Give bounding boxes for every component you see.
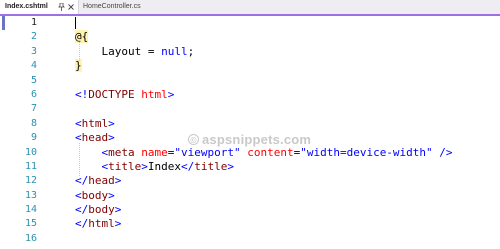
code-token: body <box>81 188 109 202</box>
tab-index-cshtml[interactable]: Index.cshtml <box>0 0 79 14</box>
code-token: "viewport" <box>174 145 241 159</box>
code-text: <meta name="viewport" content="width=dev… <box>75 145 453 160</box>
code-token: Layout = <box>75 44 162 58</box>
line-number: 5 <box>30 74 37 86</box>
code-line[interactable]: 7 <box>0 102 500 116</box>
code-token: > <box>141 159 148 173</box>
code-line[interactable]: 11 <title>Index</title> <box>0 160 500 174</box>
close-icon[interactable] <box>68 4 74 10</box>
code-text: </head> <box>75 174 121 188</box>
line-number: 8 <box>30 117 37 129</box>
code-token: > <box>114 203 122 217</box>
code-token: > <box>108 116 115 130</box>
code-token: title <box>194 159 228 173</box>
code-token: Index <box>147 159 181 173</box>
line-number: 1 <box>30 17 37 28</box>
tab-label: Index.cshtml <box>5 3 48 10</box>
text-cursor <box>75 17 76 29</box>
code-token: < <box>75 131 82 145</box>
code-token: > <box>108 131 115 145</box>
code-token: > <box>114 217 122 231</box>
document-tab-strip: Index.cshtml HomeController.cs <box>0 0 500 16</box>
code-line[interactable]: 3 Layout = null; <box>0 45 500 59</box>
code-text: Layout = null; <box>75 45 194 59</box>
indent-guide <box>79 42 80 62</box>
code-token: DOCTYPE <box>88 87 135 101</box>
code-token: /> <box>432 145 453 159</box>
watermark-text: aspsnippets.com <box>202 132 312 147</box>
code-token: html <box>81 116 109 130</box>
line-number: 10 <box>24 146 37 158</box>
code-text: <body> <box>75 189 115 203</box>
code-text: <title>Index</title> <box>75 160 234 174</box>
code-token: title <box>108 159 142 173</box>
code-token: name <box>134 145 168 159</box>
code-token: > <box>108 188 115 202</box>
line-number: 16 <box>24 232 37 244</box>
code-line[interactable]: 8 <html> <box>0 117 500 131</box>
code-token: head <box>88 174 115 188</box>
code-token: < <box>75 188 82 202</box>
code-text <box>75 16 76 30</box>
code-token: head <box>81 131 109 145</box>
code-token: </ <box>181 159 195 173</box>
code-line[interactable]: 4} <box>0 59 500 73</box>
code-token: </ <box>75 203 89 217</box>
line-number: 6 <box>30 88 37 100</box>
pin-icon[interactable] <box>58 3 65 11</box>
code-line[interactable]: 15 </html> <box>0 217 500 231</box>
line-number: 3 <box>30 45 37 57</box>
code-text: <html> <box>75 117 115 131</box>
code-token: > <box>227 159 234 173</box>
code-editor[interactable]: Index.cshtml HomeController.cs 1 2 @{3 Lay… <box>0 0 500 249</box>
line-number: 14 <box>24 204 37 216</box>
code-text: @{ <box>75 30 89 44</box>
code-line[interactable]: 5 <box>0 74 500 88</box>
code-line[interactable]: 6 <!DOCTYPE html> <box>0 88 500 102</box>
code-token: < <box>75 116 82 130</box>
code-token: ; <box>187 44 195 58</box>
line-number: 12 <box>24 175 37 187</box>
code-token: null <box>161 44 188 58</box>
code-token: html <box>88 217 115 231</box>
code-token: > <box>167 87 175 101</box>
line-number: 7 <box>30 103 37 115</box>
line-number: 9 <box>30 132 37 144</box>
code-text: </body> <box>75 203 121 217</box>
line-number: 13 <box>24 189 37 201</box>
code-line[interactable]: 10 <meta name="viewport" content="width=… <box>0 146 500 160</box>
code-line[interactable]: 2 @{ <box>0 30 500 44</box>
code-token: </ <box>75 217 89 231</box>
code-token: @{ <box>75 30 89 44</box>
code-token: </ <box>75 174 89 188</box>
indent-guide <box>79 143 80 177</box>
tab-actions <box>58 0 74 14</box>
code-line[interactable]: 16 <box>0 232 500 246</box>
copyright-icon: © <box>188 134 199 145</box>
code-text: </html> <box>75 217 121 231</box>
code-token: meta <box>108 145 135 159</box>
code-text: } <box>75 59 82 73</box>
code-text: <head> <box>75 131 115 145</box>
line-number: 15 <box>24 218 37 230</box>
code-text: <!DOCTYPE html> <box>75 88 174 102</box>
watermark: © aspsnippets.com <box>188 132 311 147</box>
code-line[interactable]: 12 </head> <box>0 174 500 188</box>
code-token: body <box>88 203 115 217</box>
line-number: 2 <box>30 31 37 43</box>
code-token: html <box>134 87 168 101</box>
code-token: "width=device-width" <box>300 145 433 159</box>
code-token: <! <box>75 87 89 101</box>
line-number: 11 <box>24 160 37 172</box>
code-line[interactable]: 14 </body> <box>0 203 500 217</box>
code-token: > <box>114 174 122 188</box>
code-token: content <box>240 145 294 159</box>
tab-label: HomeController.cs <box>83 3 141 10</box>
code-line[interactable]: 13 <body> <box>0 189 500 203</box>
code-line[interactable]: 1 <box>0 16 500 30</box>
tab-homecontroller-cs[interactable]: HomeController.cs <box>80 0 152 14</box>
line-number: 4 <box>30 60 37 72</box>
